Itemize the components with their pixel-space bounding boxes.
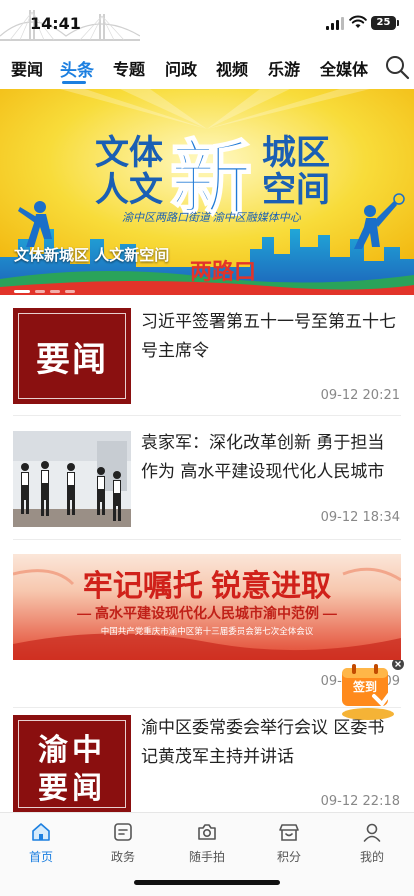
tabbar-zhengwu-label: 政务: [110, 850, 135, 864]
banner-subheadline: — 高水平建设现代化人民城市渝中范例 —: [77, 605, 337, 621]
tab-wenzheng[interactable]: 问政: [165, 56, 197, 80]
tab-toutiao[interactable]: 头条: [60, 56, 94, 81]
tabbar-home[interactable]: 首页: [6, 821, 76, 865]
tab-zhuanti[interactable]: 专题: [113, 56, 145, 80]
banner-art-bottom: 两路口: [190, 259, 256, 284]
tabbar-jifen-label: 积分: [276, 850, 301, 864]
news-title: 渝中区委常委会举行会议 区委书记黄茂军主持并讲话: [141, 718, 385, 767]
app-screen: 14:41 25 要闻 头条 专题 问政 视频 乐游 全媒体 文体 人文 新 城…: [0, 0, 414, 896]
carousel-dots[interactable]: [14, 278, 80, 295]
banner-art-sub: 渝中区两路口街道 渝中区融媒体中心: [122, 211, 302, 224]
tab-yaowen[interactable]: 要闻: [11, 56, 43, 80]
banner-headline: 牢记嘱托 锐意进取: [83, 569, 331, 603]
hero-banner[interactable]: 文体 人文 新 城区 空间 渝中区两路口街道 渝中区融媒体中心 两路口 文体新城…: [0, 89, 414, 295]
news-date: 09-12 18:34: [320, 510, 400, 525]
banner-art-line1: 文体: [95, 134, 163, 172]
home-indicator[interactable]: [134, 880, 280, 885]
news-banner-image: 牢记嘱托 锐意进取 — 高水平建设现代化人民城市渝中范例 — 中国共产党重庆市渝…: [13, 554, 401, 660]
user-icon: [363, 823, 381, 842]
news-photo: [13, 431, 131, 527]
news-date: 09-12 20:21: [320, 388, 400, 403]
tabbar-suishoupai[interactable]: 随手拍: [172, 821, 242, 865]
active-tab-indicator: [62, 81, 86, 84]
tabbar-suishoupai-label: 随手拍: [188, 850, 225, 864]
channel-tabs: 要闻 头条 专题 问政 视频 乐游 全媒体: [0, 50, 414, 86]
thumb-label: 要闻: [36, 340, 108, 380]
banner-caption: 文体新城区 人文新空间: [14, 246, 170, 264]
cellular-signal-icon: [326, 17, 344, 30]
news-date: 09-12 22:18: [320, 794, 400, 809]
tabbar-home-label: 首页: [28, 850, 53, 864]
home-icon: [32, 823, 50, 841]
news-item-4[interactable]: 渝中 要闻 渝中区委常委会举行会议 区委书记黄茂军主持并讲话 09-12 22:…: [0, 708, 414, 813]
battery-indicator: 25: [371, 16, 399, 30]
thumb-label-bottom: 要闻: [38, 771, 106, 806]
tabbar-zhengwu[interactable]: 政务: [88, 821, 158, 865]
signin-floating-button[interactable]: 签到: [334, 658, 406, 722]
banner-art-right2: 空间: [262, 171, 330, 209]
tabbar-mine-label: 我的: [359, 850, 384, 864]
tab-shipin[interactable]: 视频: [216, 56, 248, 80]
wifi-icon: [349, 15, 367, 28]
tab-leyou[interactable]: 乐游: [268, 56, 300, 80]
banner-small-text: 中国共产党重庆市渝中区第十三届委员会第七次全体会议: [101, 626, 314, 636]
banner-art-right1: 城区: [262, 134, 330, 172]
status-bar: 14:41 25: [0, 0, 414, 46]
tabbar-jifen[interactable]: 积分: [254, 821, 324, 865]
news-item-2[interactable]: 袁家军：深化改革创新 勇于担当作为 高水平建设现代化人民城市 09-12 18:…: [0, 416, 414, 540]
status-time: 14:41: [30, 14, 81, 33]
tab-quanmeiti[interactable]: 全媒体: [320, 56, 368, 80]
news-title: 习近平签署第五十一号至第五十七号主席令: [141, 312, 396, 361]
search-icon[interactable]: [384, 54, 410, 80]
document-icon: [114, 823, 132, 841]
signin-label: 签到: [352, 680, 377, 694]
shop-icon: [279, 824, 299, 841]
banner-art-line2: 人文: [95, 171, 163, 209]
news-title: 袁家军：深化改革创新 勇于担当作为 高水平建设现代化人民城市: [141, 433, 385, 482]
news-thumbnail: 渝中 要闻: [13, 715, 131, 813]
tabbar-mine[interactable]: 我的: [337, 821, 407, 865]
camera-icon: [198, 824, 216, 840]
news-item-1[interactable]: 要闻 习近平签署第五十一号至第五十七号主席令 09-12 20:21: [0, 296, 414, 416]
news-thumbnail: 要闻: [13, 308, 131, 404]
